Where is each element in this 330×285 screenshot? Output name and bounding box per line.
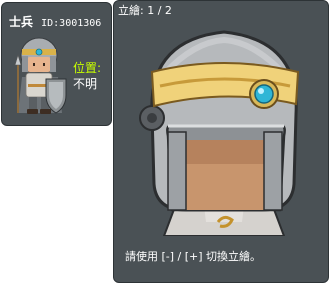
- location-value: 不明: [73, 77, 98, 91]
- soldier-sprite-icon: [14, 37, 67, 114]
- location-label: 位置:: [73, 61, 102, 75]
- npc-info-panel: 士兵 ID:3001306 位置: 不明: [1, 2, 112, 126]
- portrait-panel: 立繪: 1 / 2 請使用 [-] / [+] 切換立繪。: [113, 0, 329, 283]
- soldier-portrait-icon: [139, 30, 300, 236]
- npc-name-row: 士兵 ID:3001306: [9, 11, 101, 30]
- npc-name: 士兵: [9, 15, 34, 29]
- npc-id: ID:3001306: [41, 18, 102, 29]
- portrait-hint: 請使用 [-] / [+] 切換立繪。: [125, 250, 262, 263]
